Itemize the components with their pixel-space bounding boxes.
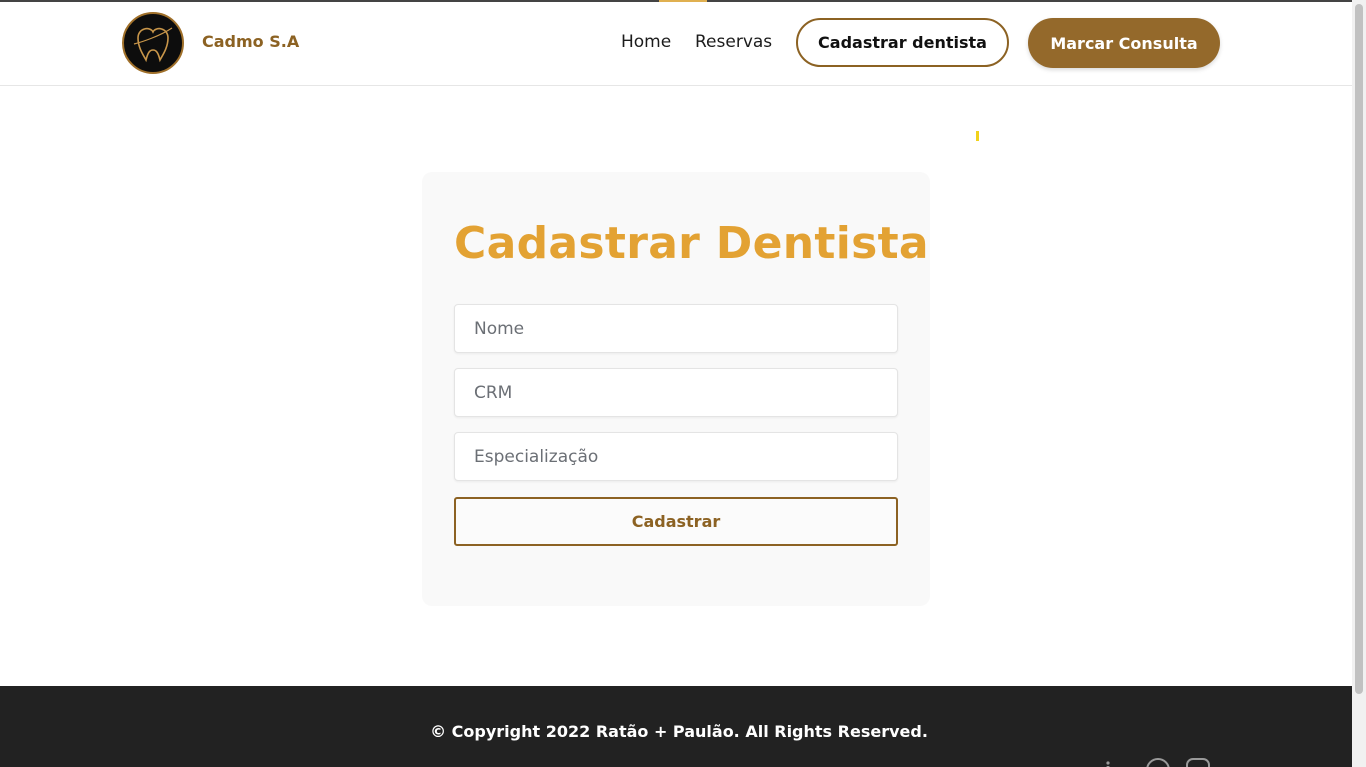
whatsapp-icon[interactable] — [1146, 758, 1170, 767]
scrollbar-thumb[interactable] — [1355, 4, 1363, 694]
nav-link-home[interactable]: Home — [621, 32, 671, 52]
nome-field[interactable] — [454, 304, 898, 353]
copyright-text: © Copyright 2022 Ratão + Paulão. All Rig… — [430, 722, 928, 741]
page-scrollbar[interactable] — [1352, 0, 1366, 767]
brand-name[interactable]: Cadmo S.A — [202, 32, 299, 51]
cadastrar-submit-button[interactable]: Cadastrar — [454, 497, 898, 546]
nome-input[interactable] — [455, 305, 897, 352]
especializacao-field[interactable] — [454, 432, 898, 481]
linkedin-icon[interactable] — [1105, 758, 1115, 767]
cadastrar-dentista-label: Cadastrar dentista — [818, 33, 987, 52]
footer: © Copyright 2022 Ratão + Paulão. All Rig… — [0, 686, 1352, 767]
nav-link-reservas[interactable]: Reservas — [695, 32, 772, 52]
cadastrar-dentista-button[interactable]: Cadastrar dentista — [796, 18, 1009, 67]
especializacao-input[interactable] — [455, 433, 897, 480]
crm-field[interactable] — [454, 368, 898, 417]
instagram-icon[interactable] — [1186, 758, 1210, 767]
marcar-consulta-label: Marcar Consulta — [1050, 33, 1198, 53]
cadastrar-submit-label: Cadastrar — [631, 512, 721, 531]
form-title: Cadastrar Dentista — [454, 218, 929, 269]
marcar-consulta-button[interactable]: Marcar Consulta — [1028, 18, 1220, 68]
register-dentist-card: Cadastrar Dentista Cadastrar — [422, 172, 930, 606]
decorative-marker — [976, 131, 979, 141]
crm-input[interactable] — [455, 369, 897, 416]
tooth-logo-icon[interactable] — [122, 12, 184, 74]
navbar: Cadmo S.A Home Reservas Cadastrar dentis… — [0, 2, 1352, 86]
